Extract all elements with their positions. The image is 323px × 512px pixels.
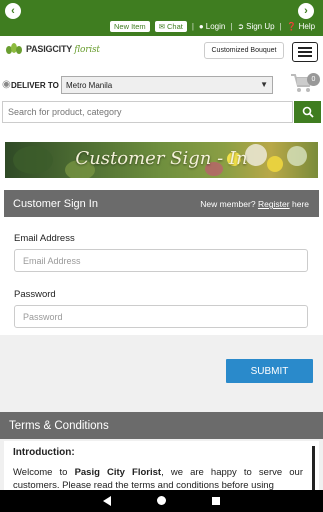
terms-intro-heading: Introduction: [13,447,75,458]
menu-icon[interactable] [292,42,318,62]
terms-header: Terms & Conditions [0,412,323,439]
sign-in-banner: Customer Sign - In [5,142,318,178]
top-links: New Item ✉ Chat | ● Login | ➲ Sign Up | … [110,21,315,32]
login-label: Login [205,22,226,31]
site-logo[interactable]: PASIGCITY florist [5,43,100,55]
here-text: here [291,199,309,209]
sign-in-form: Email Address Email Address Password Pas… [4,217,319,335]
divider: | [279,22,282,31]
terms-brand: Pasig City Florist [74,467,162,478]
terms-text-before: Welcome to [13,467,75,478]
site-header: PASIGCITY florist Customized Bouquet [0,36,323,66]
divider: | [191,22,194,31]
user-icon: ● [198,22,204,31]
chevron-down-icon: ▼ [260,80,268,89]
logo-script: florist [74,44,100,55]
signup-label: Sign Up [246,22,275,31]
help-label: Help [298,22,316,31]
chevron-right-icon[interactable]: › [298,3,314,19]
signup-icon: ➲ [237,22,245,31]
submit-button[interactable]: SUBMIT [226,359,313,383]
terms-scrollbar[interactable] [312,446,315,490]
chat-button[interactable]: ✉ Chat [154,21,187,32]
password-label: Password [14,289,56,300]
back-icon[interactable] [103,496,111,506]
search-button[interactable] [294,101,321,123]
email-field[interactable]: Email Address [14,249,308,272]
recent-apps-icon[interactable] [212,497,220,505]
login-link[interactable]: ● Login [199,22,225,31]
logo-text: PASIGCITY florist [26,44,100,55]
help-icon: ❓ [286,22,297,31]
email-label: Email Address [14,233,75,244]
password-field[interactable]: Password [14,305,308,328]
new-item-link[interactable]: New Item [110,21,150,32]
sign-in-header: Customer Sign In New member? Register he… [4,190,319,217]
divider: | [230,22,233,31]
deliver-row: ◉ DELIVER TO Metro Manila ▼ [0,74,323,96]
help-link[interactable]: ❓ Help [287,22,315,31]
register-link[interactable]: Register [258,199,290,209]
new-member-text: New member? [200,199,256,209]
flower-logo-icon [6,43,22,54]
search-input[interactable] [2,101,293,123]
chevron-left-icon[interactable]: ‹ [5,3,21,19]
chat-icon: ✉ [158,22,165,31]
location-value: Metro Manila [66,80,113,90]
terms-content: Introduction: Welcome to Pasig City Flor… [4,441,319,490]
search-icon [302,106,314,118]
location-select[interactable]: Metro Manila ▼ [61,76,273,94]
cart-count-badge: 0 [307,73,320,86]
chat-label: Chat [166,22,183,31]
android-nav-bar [0,490,323,512]
location-pin-icon: ◉ [2,79,11,90]
home-icon[interactable] [157,496,166,505]
customized-bouquet-button[interactable]: Customized Bouquet [204,42,284,59]
sign-in-title: Customer Sign In [13,198,98,210]
signup-link[interactable]: ➲ Sign Up [237,22,274,31]
top-bar: ‹ › New Item ✉ Chat | ● Login | ➲ Sign U… [0,0,323,36]
deliver-label: DELIVER TO [11,81,59,90]
register-prompt: New member? Register here [200,199,309,209]
logo-main: PASIGCITY [26,43,72,54]
terms-text: Welcome to Pasig City Florist, we are ha… [13,466,303,490]
banner-title: Customer Sign - In [75,148,248,169]
